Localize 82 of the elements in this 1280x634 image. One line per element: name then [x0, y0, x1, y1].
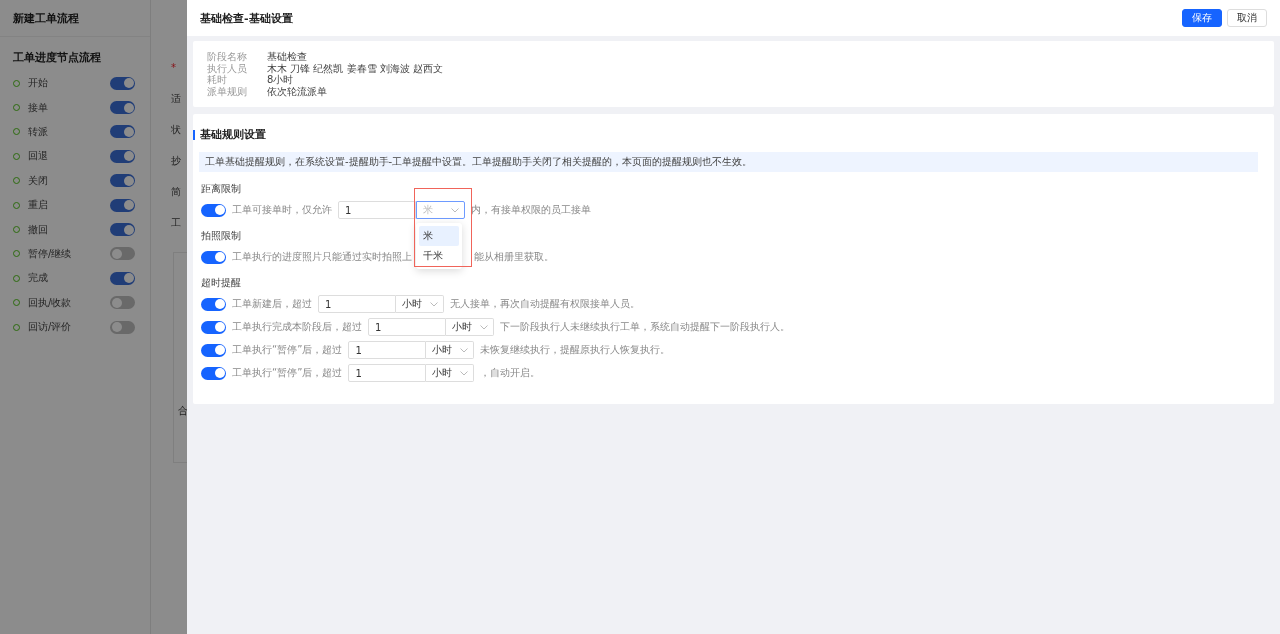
rule-text: 无人接单，再次自动提醒有权限接单人员。 [450, 297, 640, 311]
caret-icon [451, 207, 459, 213]
rule-text: 工单执行“暂停”后，超过 [232, 343, 343, 357]
field-label: 状 [171, 122, 181, 137]
info-value: 基础检查 [267, 51, 307, 63]
toggle-switch[interactable] [201, 203, 226, 217]
rule-text: 工单可接单时，仅允许 [232, 203, 332, 217]
toggle-switch[interactable] [110, 223, 135, 237]
rule-text: 未恢复继续执行，提醒原执行人恢复执行。 [480, 343, 671, 357]
node-label: 完成 [28, 271, 49, 286]
caret-icon [430, 301, 438, 307]
dropdown-option[interactable]: 米 [419, 226, 459, 246]
dropdown-option[interactable]: 千米 [419, 246, 459, 266]
info-value: 木木 刀锋 纪然凯 姜春雪 刘海波 赵西文 [267, 62, 443, 74]
toggle-switch[interactable] [110, 198, 135, 212]
node-label: 接单 [28, 100, 49, 115]
drawer-title: 基础检查-基础设置 [200, 10, 293, 26]
toggle-switch[interactable] [110, 101, 135, 115]
toggle-switch[interactable] [201, 250, 226, 264]
toggle-switch[interactable] [201, 366, 226, 380]
field-label: 简 [171, 184, 181, 199]
number-field[interactable]: 1 [318, 295, 396, 313]
group-heading: 超时提醒 [201, 276, 241, 290]
unit-select[interactable]: 小时 [396, 295, 444, 313]
rule-text: 工单执行完成本阶段后，超过 [232, 320, 362, 334]
node-label: 回访/评价 [28, 320, 73, 335]
toggle-switch[interactable] [201, 320, 226, 334]
page-title: 新建工单流程 [13, 10, 79, 26]
field-label: 适 [171, 91, 181, 106]
toggle-switch[interactable] [110, 271, 135, 285]
info-value: 8小时 [267, 74, 294, 86]
rule-text: 工单执行的进度照片只能通过实时拍照上 [232, 250, 412, 264]
node-label: 回执/收款 [28, 295, 73, 310]
rule-text: ，自动开启。 [480, 366, 541, 380]
unit-select[interactable]: 小时 [446, 318, 494, 336]
rule-text: 工单新建后，超过 [232, 297, 312, 311]
caret-icon [460, 370, 469, 376]
number-field[interactable]: 1 [368, 318, 446, 336]
caret-icon [460, 347, 469, 353]
field-label: 工 [171, 215, 181, 230]
toggle-switch[interactable] [110, 76, 135, 90]
info-key: 阶段名称 [207, 51, 267, 63]
info-key: 派单规则 [207, 85, 267, 97]
table-cell: 合 [178, 404, 188, 418]
rule-text: 内，有接单权限的员工接单 [471, 203, 591, 217]
toggle-switch[interactable] [110, 320, 135, 334]
group-heading: 拍照限制 [201, 229, 241, 243]
toggle-switch[interactable] [110, 174, 135, 188]
card-title: 基础规则设置 [200, 128, 266, 142]
node-label: 暂停/继续 [28, 246, 73, 261]
unit-select[interactable]: 小时 [426, 364, 475, 382]
unit-select[interactable]: 小时 [426, 341, 475, 359]
required-mark: * [171, 62, 176, 73]
info-key: 耗时 [207, 74, 267, 86]
number-field[interactable]: 1 [348, 364, 427, 382]
save-button[interactable]: 保存 [1182, 9, 1222, 27]
toggle-switch[interactable] [110, 296, 135, 310]
node-label: 撤回 [28, 222, 49, 237]
notice-bar: 工单基础提醒规则，在系统设置-提醒助手-工单提醒中设置。工单提醒助手关闭了相关提醒的，本页面的提醒规则也不生效。 [199, 152, 1258, 172]
toggle-switch[interactable] [201, 297, 226, 311]
node-label: 关闭 [28, 173, 49, 188]
node-label: 重启 [28, 198, 49, 213]
field-label: 抄 [171, 153, 181, 168]
node-label: 开始 [28, 76, 49, 91]
number-field[interactable]: 1 [348, 341, 427, 359]
group-heading: 距离限制 [201, 182, 241, 196]
toggle-switch[interactable] [110, 247, 135, 261]
accent-bar [193, 130, 195, 140]
node-label: 转派 [28, 124, 49, 139]
info-value: 依次轮流派单 [267, 85, 327, 97]
toggle-switch[interactable] [110, 125, 135, 139]
toggle-switch[interactable] [201, 343, 226, 357]
caret-icon [480, 324, 488, 330]
number-field[interactable]: 1 [338, 201, 416, 219]
rule-text: 下一阶段执行人未继续执行工单，系统自动提醒下一阶段执行人。 [500, 320, 790, 334]
node-label: 回退 [28, 149, 49, 164]
rule-text: 能从相册里获取。 [474, 250, 554, 264]
info-key: 执行人员 [207, 62, 267, 74]
section-title: 工单进度节点流程 [12, 50, 102, 65]
toggle-switch[interactable] [110, 149, 135, 163]
cancel-button[interactable]: 取消 [1227, 9, 1267, 27]
rule-text: 工单执行“暂停”后，超过 [232, 366, 343, 380]
